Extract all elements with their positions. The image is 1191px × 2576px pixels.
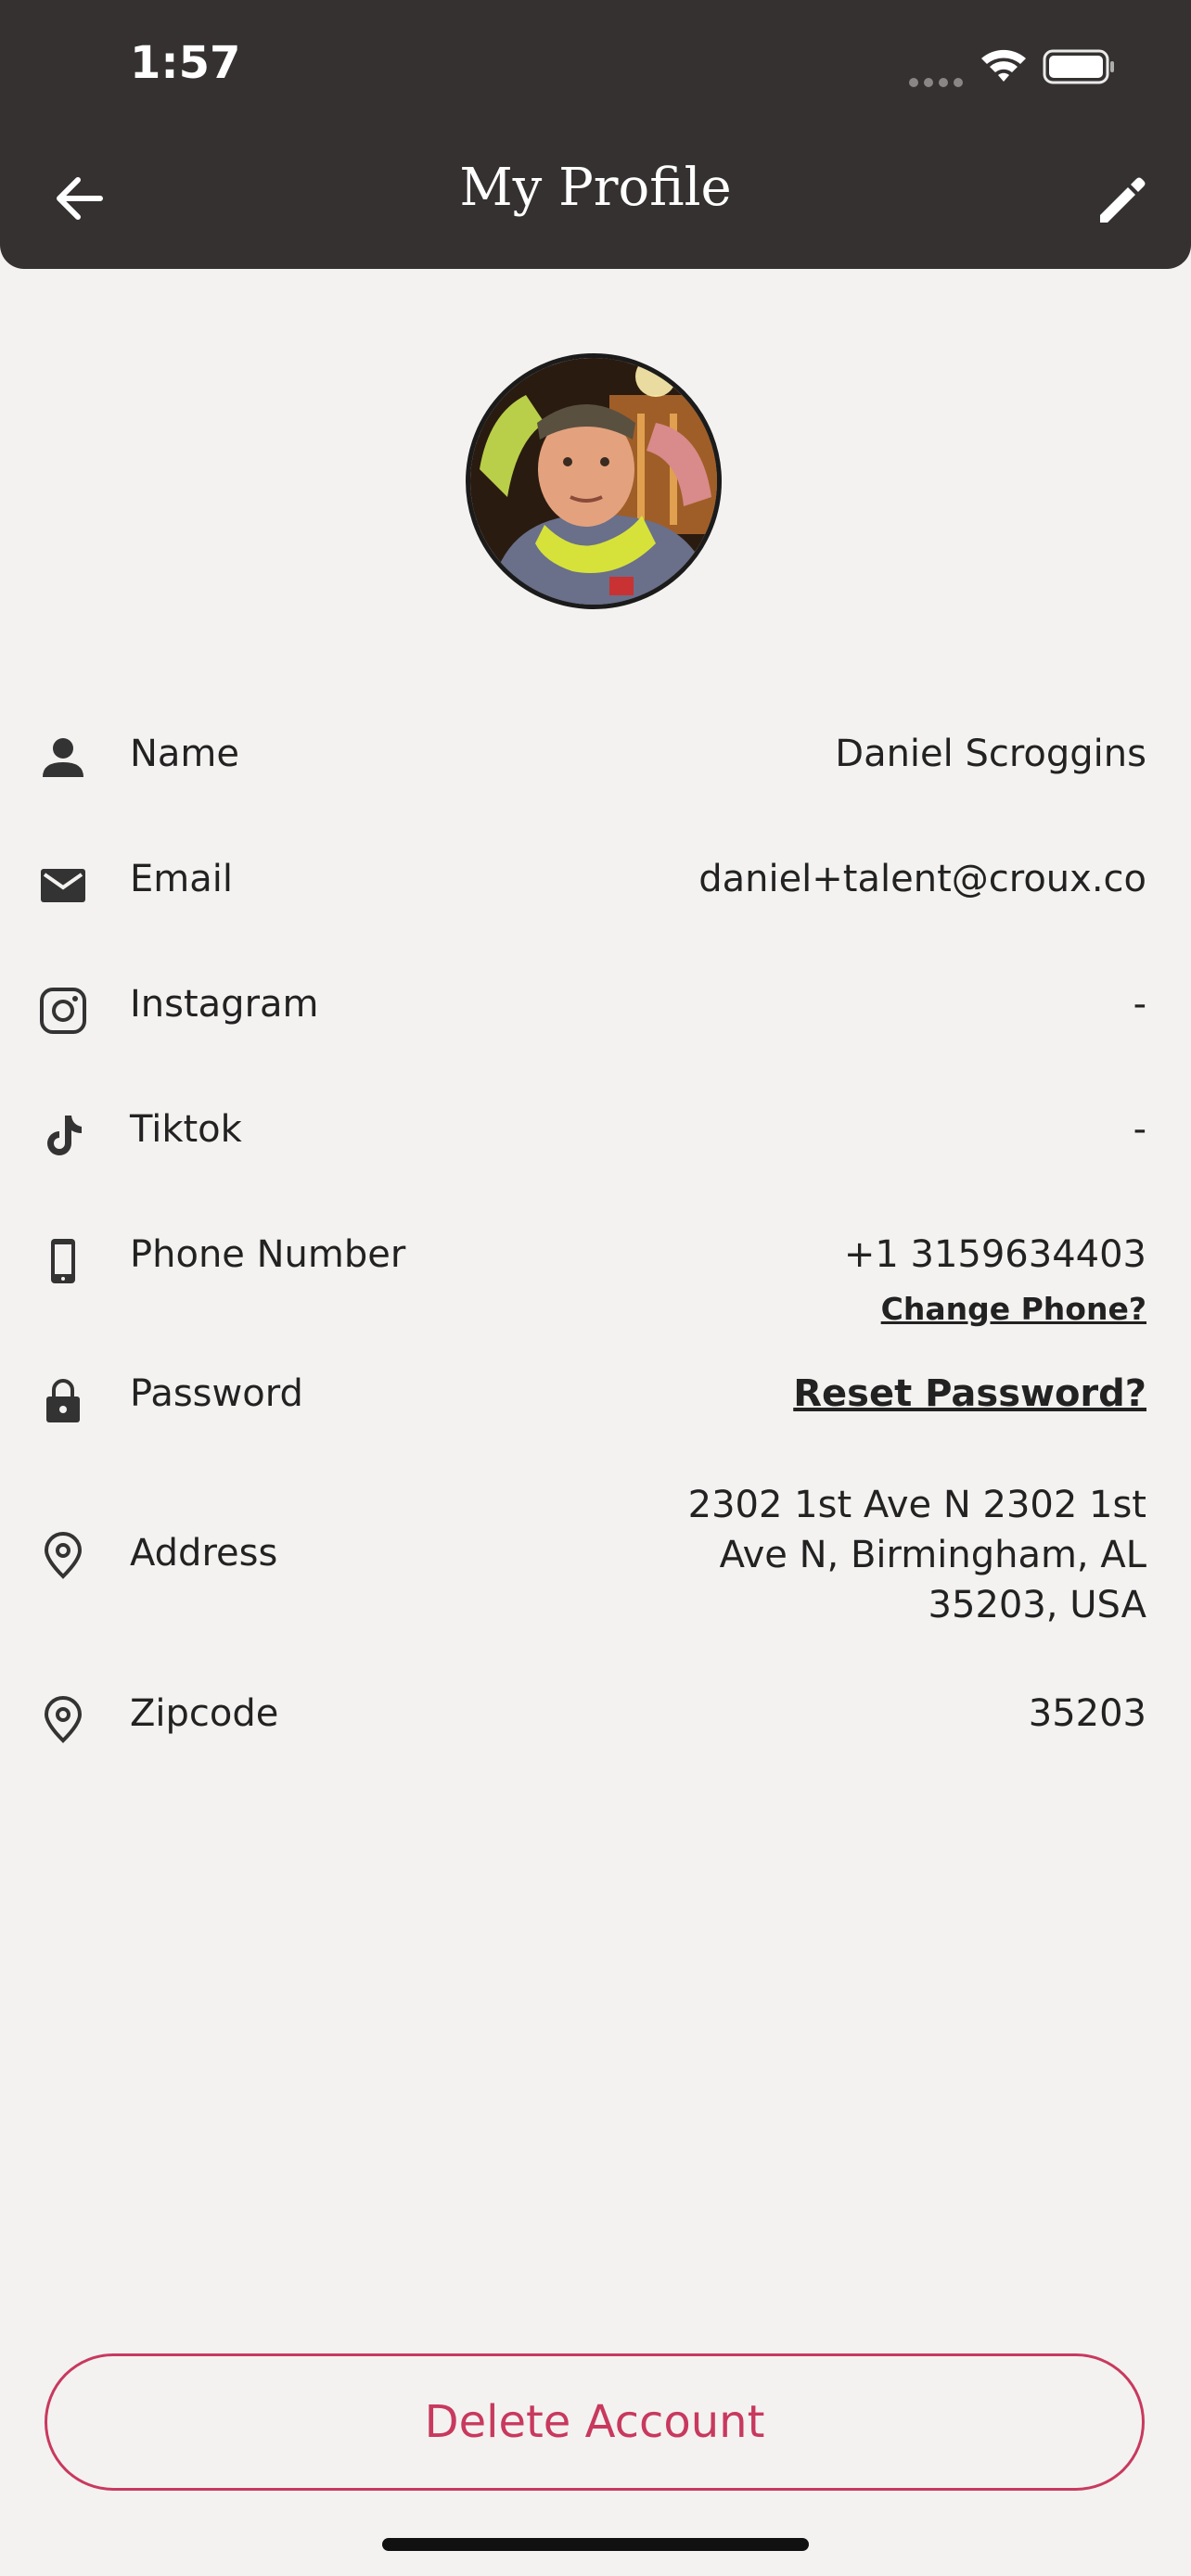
profile-row-password: Password Reset Password? [0,1372,1191,1428]
address-value: 2302 1st Ave N 2302 1st Ave N, Birmingha… [688,1480,1146,1630]
avatar-photo [470,358,717,605]
email-label: Email [130,858,233,900]
name-label: Name [130,733,240,775]
instagram-label: Instagram [130,983,319,1026]
avatar[interactable] [466,353,722,609]
zipcode-label: Zipcode [130,1692,279,1735]
cellular-signal-icon [909,78,965,87]
pencil-icon[interactable] [1089,169,1154,234]
address-label: Address [130,1532,278,1575]
profile-row-zipcode: Zipcode 35203 [0,1692,1191,1748]
tiktok-label: Tiktok [130,1108,242,1151]
app-header: 1:57 My Profile [0,0,1191,269]
profile-row-email: Email daniel+talent@croux.co [0,858,1191,913]
person-icon [43,738,83,777]
page-title: My Profile [459,158,732,218]
tiktok-value: - [1133,1108,1146,1151]
profile-row-name: Name Daniel Scroggins [0,733,1191,788]
profile-row-tiktok: Tiktok - [0,1108,1191,1164]
name-value: Daniel Scroggins [835,733,1146,775]
delete-account-button[interactable]: Delete Account [45,2353,1145,2491]
tiktok-icon [47,1116,82,1155]
location-pin-icon [44,1696,83,1743]
email-value: daniel+talent@croux.co [698,858,1146,900]
zipcode-value: 35203 [1028,1692,1146,1735]
reset-password-link[interactable]: Reset Password? [793,1372,1146,1415]
status-time: 1:57 [130,37,241,89]
home-indicator [382,2538,809,2551]
profile-row-phone: Phone Number +1 3159634403 Change Phone? [0,1233,1191,1335]
address-line-1: 2302 1st Ave N 2302 1st [687,1484,1146,1526]
phone-label: Phone Number [130,1233,406,1276]
password-label: Password [130,1372,303,1415]
lock-icon [46,1379,80,1422]
phone-value: +1 3159634403 [843,1233,1146,1276]
profile-row-instagram: Instagram - [0,983,1191,1039]
location-pin-icon [44,1532,83,1579]
instagram-icon [40,988,86,1034]
address-line-3: 35203, USA [928,1584,1146,1626]
instagram-value: - [1133,983,1146,1026]
change-phone-link[interactable]: Change Phone? [881,1291,1146,1327]
mail-icon [41,869,85,902]
battery-icon [1043,49,1114,84]
phone-icon [51,1239,75,1283]
wifi-icon [981,49,1026,82]
profile-row-address: Address 2302 1st Ave N 2302 1st Ave N, B… [0,1480,1191,1638]
address-line-2: Ave N, Birmingham, AL [719,1534,1146,1576]
